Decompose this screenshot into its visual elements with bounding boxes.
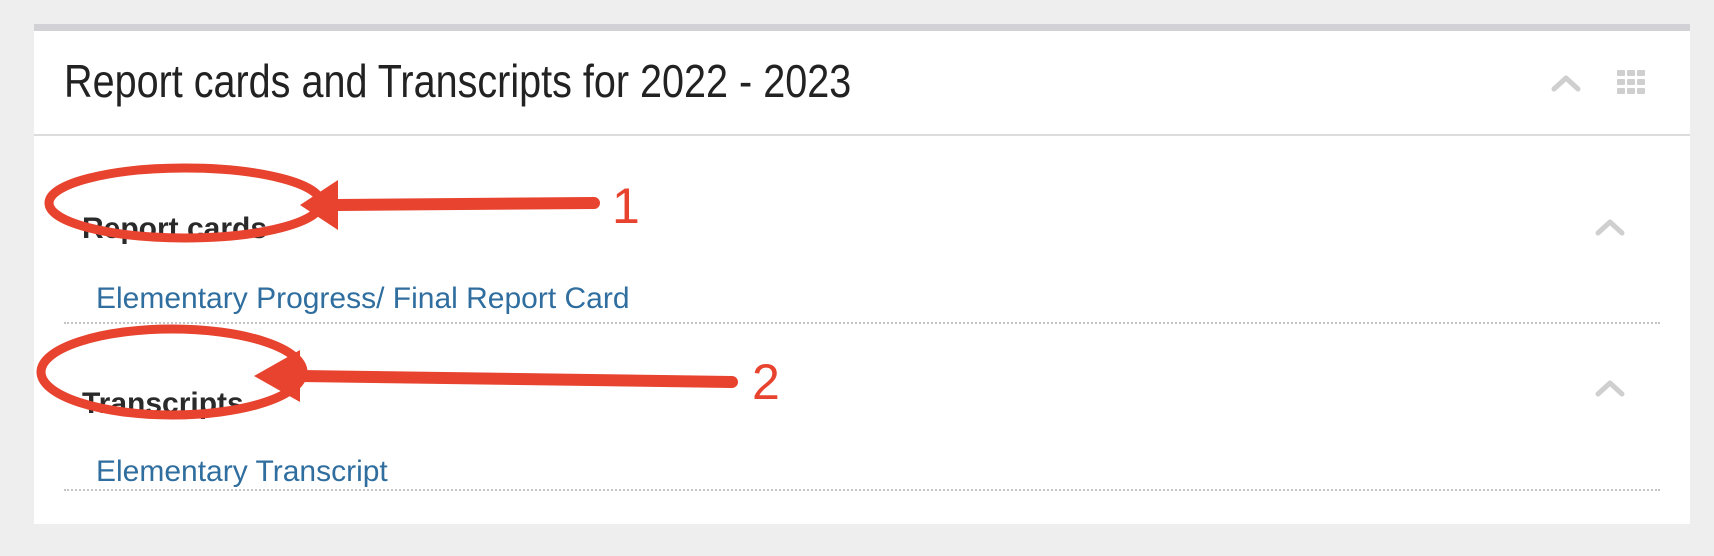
chevron-up-icon [1551, 75, 1581, 92]
panel-collapse-button[interactable] [1548, 67, 1584, 97]
panel-header: Report cards and Transcripts for 2022 - … [34, 31, 1690, 136]
section-title-report-cards: Report cards [82, 212, 268, 245]
chevron-up-icon [1595, 380, 1625, 397]
chevron-up-icon [1595, 219, 1625, 236]
panel-menu-button[interactable] [1614, 67, 1648, 97]
annotation-label-1: 1 [612, 178, 640, 234]
panel-title: Report cards and Transcripts for 2022 - … [64, 55, 852, 107]
section-toggle-report-cards[interactable] [1592, 211, 1628, 241]
section-report-cards: Report cards Elementary Progress/ Final … [64, 159, 1660, 324]
link-elementary-transcript[interactable]: Elementary Transcript [96, 452, 388, 492]
report-cards-panel: Report cards and Transcripts for 2022 - … [34, 24, 1690, 524]
section-title-transcripts: Transcripts [82, 387, 244, 420]
grid-icon [1617, 70, 1645, 94]
annotation-label-2: 2 [752, 354, 780, 410]
section-transcripts: Transcripts Elementary Transcript [64, 326, 1660, 491]
link-elementary-final-report-card[interactable]: Elementary Progress/ Final Report Card [96, 279, 630, 319]
section-toggle-transcripts[interactable] [1592, 372, 1628, 402]
